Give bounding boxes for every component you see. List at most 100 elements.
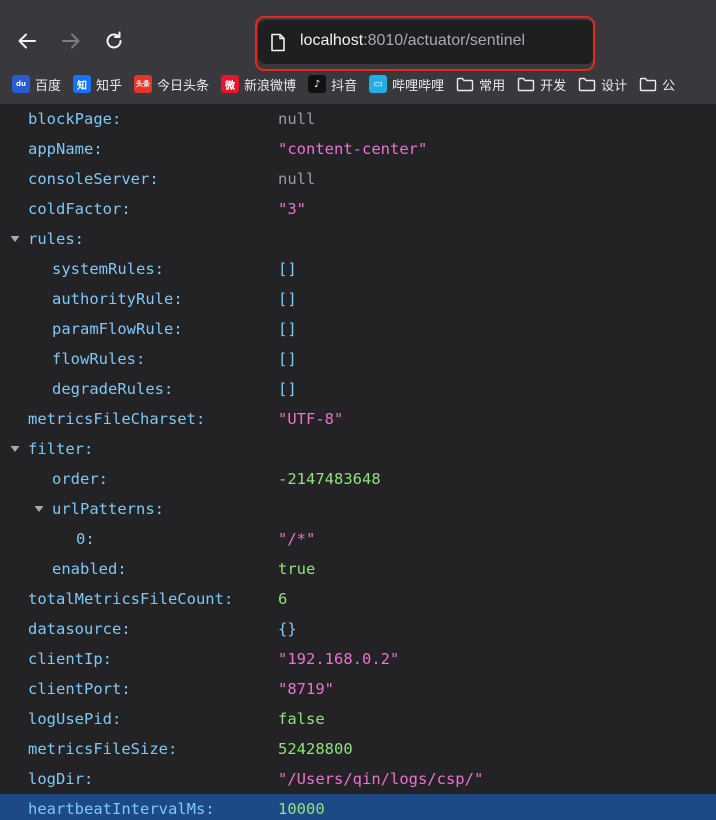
json-row[interactable]: heartbeatIntervalMs: 10000	[0, 794, 716, 820]
expand-toggle-icon[interactable]	[8, 224, 22, 254]
json-key: coldFactor:	[28, 200, 131, 218]
json-row[interactable]: clientPort: "8719"	[0, 674, 716, 704]
json-value: -2147483648	[278, 470, 381, 488]
json-key: rules:	[28, 230, 84, 248]
folder-icon	[517, 77, 535, 91]
json-key: authorityRule:	[52, 290, 183, 308]
json-key: blockPage:	[28, 110, 122, 128]
bookmark-7[interactable]: 开发	[517, 75, 566, 94]
json-key: logDir:	[28, 770, 94, 788]
json-row[interactable]: consoleServer: null	[0, 164, 716, 194]
json-key: enabled:	[52, 560, 127, 578]
json-key: 0:	[76, 530, 95, 548]
json-key: paramFlowRule:	[52, 320, 183, 338]
json-value: []	[278, 260, 297, 278]
json-key: totalMetricsFileCount:	[28, 590, 234, 608]
json-value: null	[278, 110, 316, 128]
json-row[interactable]: order: -2147483648	[0, 464, 716, 494]
arrow-right-icon	[62, 33, 80, 49]
json-row[interactable]: coldFactor: "3"	[0, 194, 716, 224]
bookmark-9[interactable]: 公	[639, 75, 675, 94]
bookmark-label: 百度	[35, 78, 62, 94]
json-value: "192.168.0.2"	[278, 650, 400, 668]
bookmark-label: 抖音	[331, 78, 358, 94]
json-row[interactable]: systemRules: []	[0, 254, 716, 284]
back-button[interactable]	[12, 26, 42, 56]
json-row[interactable]: rules:	[0, 224, 716, 254]
bookmark-label: 新浪微博	[244, 78, 297, 94]
json-row[interactable]: logUsePid: false	[0, 704, 716, 734]
page-icon	[271, 33, 285, 52]
json-row[interactable]: enabled: true	[0, 554, 716, 584]
json-row[interactable]: appName: "content-center"	[0, 134, 716, 164]
json-value: "content-center"	[278, 140, 428, 158]
json-row[interactable]: clientIp: "192.168.0.2"	[0, 644, 716, 674]
bookmark-2[interactable]: 头条 今日头条	[134, 75, 209, 94]
bookmark-8[interactable]: 设计	[578, 75, 627, 94]
folder-icon	[639, 77, 657, 91]
url-path: :8010/actuator/sentinel	[363, 32, 526, 49]
json-key: systemRules:	[52, 260, 164, 278]
json-value: []	[278, 290, 297, 308]
json-value: false	[278, 710, 325, 728]
folder-icon	[456, 77, 474, 91]
bookmark-6[interactable]: 常用	[456, 75, 505, 94]
json-row[interactable]: metricsFileCharset: "UTF-8"	[0, 404, 716, 434]
browser-toolbar: localhost:8010/actuator/sentinel du 百度知知乎…	[0, 0, 716, 104]
json-key: urlPatterns:	[52, 500, 164, 518]
bookmark-3[interactable]: 微新浪微博	[221, 75, 296, 94]
json-value: null	[278, 170, 316, 188]
json-value: []	[278, 320, 297, 338]
json-row[interactable]: filter:	[0, 434, 716, 464]
bookmark-4[interactable]: ♪ 抖音	[308, 75, 357, 94]
json-key: heartbeatIntervalMs:	[28, 800, 215, 818]
json-value: true	[278, 560, 316, 578]
toutiao-icon: 头条	[134, 75, 153, 93]
json-value: "3"	[278, 200, 306, 218]
douyin-icon: ♪	[308, 75, 327, 93]
json-value: "UTF-8"	[278, 410, 344, 428]
expand-toggle-icon[interactable]	[8, 434, 22, 464]
json-row[interactable]: 0: "/*"	[0, 524, 716, 554]
json-row[interactable]: degradeRules: []	[0, 374, 716, 404]
json-key: filter:	[28, 440, 94, 458]
json-key: degradeRules:	[52, 380, 174, 398]
json-value: "/*"	[278, 530, 316, 548]
bookmark-label: 哔哩哔哩	[392, 78, 445, 94]
baidu-icon: du	[12, 75, 30, 93]
bookmark-label: 设计	[601, 78, 628, 94]
json-key: appName:	[28, 140, 103, 158]
bookmark-0[interactable]: du 百度	[12, 75, 61, 94]
bookmark-label: 知乎	[96, 78, 123, 94]
json-row[interactable]: paramFlowRule: []	[0, 314, 716, 344]
json-key: consoleServer:	[28, 170, 159, 188]
expand-toggle-icon[interactable]	[32, 494, 46, 524]
json-key: datasource:	[28, 620, 131, 638]
reload-button[interactable]	[99, 26, 129, 56]
json-key: clientIp:	[28, 650, 112, 668]
bookmark-5[interactable]: ▭ 哔哩哔哩	[369, 75, 444, 94]
bookmarks-bar: du 百度知知乎 头条 今日头条微新浪微博 ♪ 抖音 ▭ 哔哩哔哩 常用 开发 设计 公	[0, 68, 716, 100]
json-row[interactable]: urlPatterns:	[0, 494, 716, 524]
json-value: 10000	[278, 800, 325, 818]
reload-icon	[106, 31, 122, 49]
json-row[interactable]: totalMetricsFileCount: 6	[0, 584, 716, 614]
zhihu-icon: 知	[73, 75, 92, 93]
json-row[interactable]: logDir: "/Users/qin/logs/csp/"	[0, 764, 716, 794]
json-row[interactable]: metricsFileSize: 52428800	[0, 734, 716, 764]
json-key: logUsePid:	[28, 710, 122, 728]
json-row[interactable]: flowRules: []	[0, 344, 716, 374]
json-key: clientPort:	[28, 680, 131, 698]
json-value: "/Users/qin/logs/csp/"	[278, 770, 484, 788]
json-key: flowRules:	[52, 350, 146, 368]
forward-button[interactable]	[56, 26, 86, 56]
address-bar-url[interactable]: localhost:8010/actuator/sentinel	[300, 32, 525, 50]
json-row[interactable]: datasource: {}	[0, 614, 716, 644]
bookmark-1[interactable]: 知知乎	[73, 75, 122, 94]
json-value: 6	[278, 590, 288, 608]
json-row[interactable]: authorityRule: []	[0, 284, 716, 314]
json-key: metricsFileSize:	[28, 740, 178, 758]
json-value: []	[278, 350, 297, 368]
weibo-icon: 微	[221, 75, 240, 93]
json-row[interactable]: blockPage: null	[0, 104, 716, 134]
